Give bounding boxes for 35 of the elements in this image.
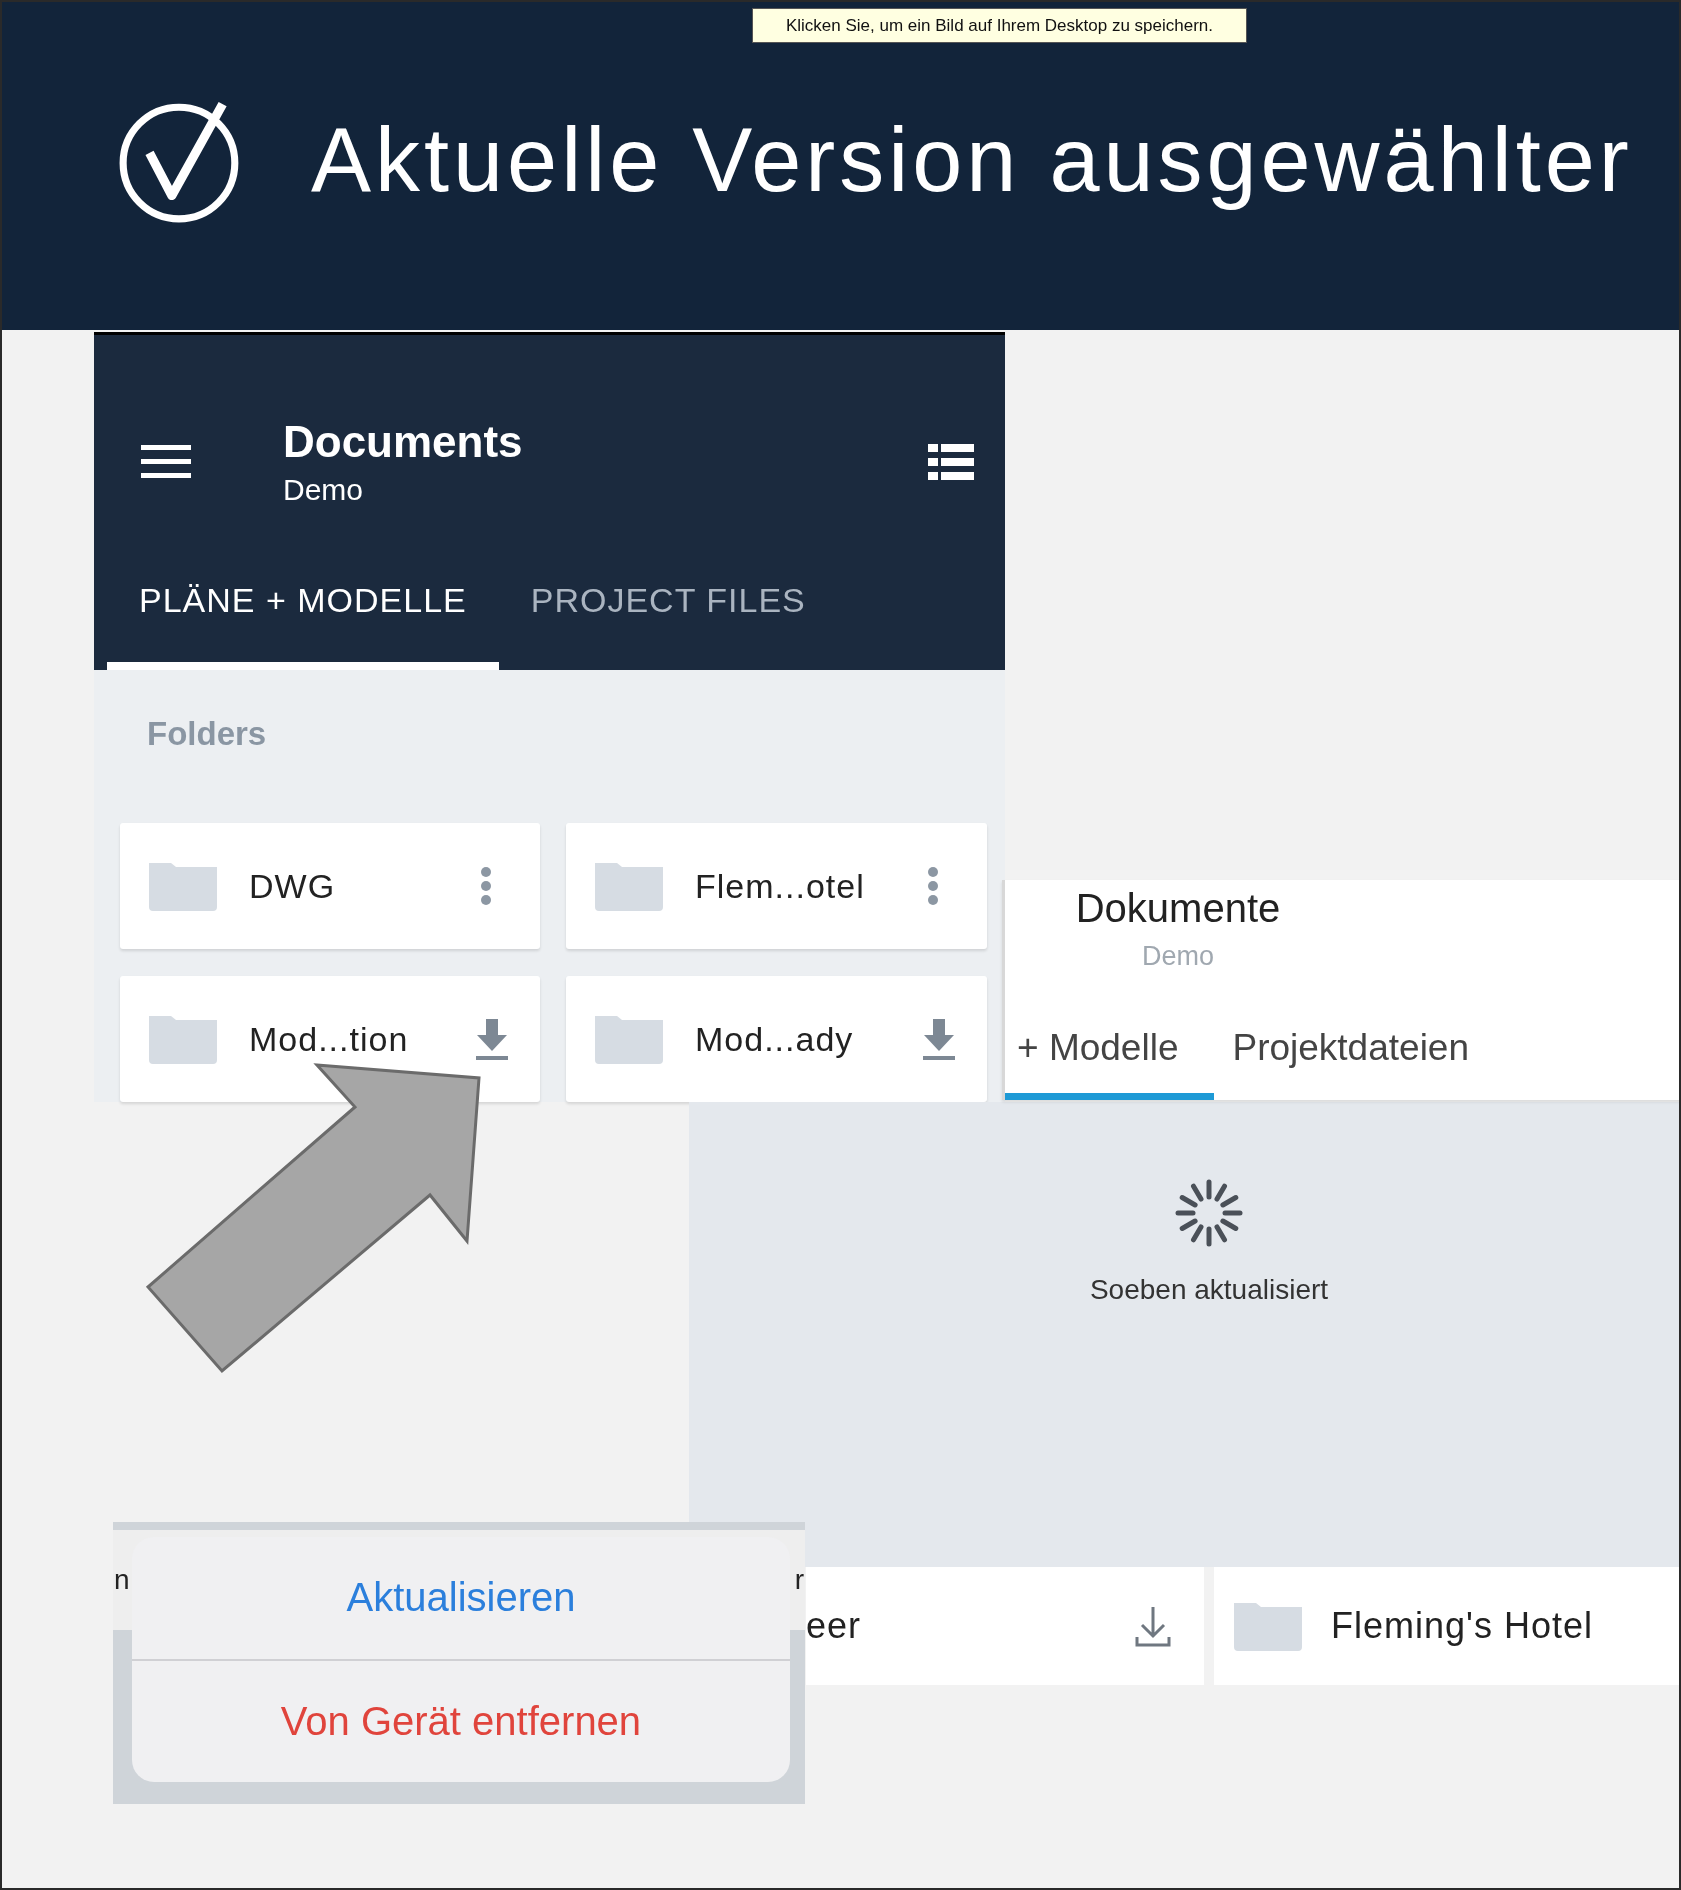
download-icon[interactable] xyxy=(474,1018,510,1060)
menu-item[interactable]: Von Gerät entfernen xyxy=(132,1658,790,1782)
file-card[interactable]: eer xyxy=(806,1567,1204,1685)
tab[interactable]: + Modelle xyxy=(1005,1015,1215,1100)
folder-card[interactable]: Mod...ady xyxy=(566,976,987,1102)
file-name: eer xyxy=(806,1605,863,1647)
section-label: Folders xyxy=(146,714,268,754)
folder-name: DWG xyxy=(248,866,337,906)
menu-item[interactable]: Aktualisieren xyxy=(132,1537,790,1659)
download-icon[interactable] xyxy=(921,1018,957,1060)
screen-subtitle: Demo xyxy=(1142,941,1214,972)
tooltip: Klicken Sie, um ein Bild auf Ihrem Desktop zu speichern. xyxy=(752,8,1247,43)
page-title: Aktuelle Version ausgewählter xyxy=(311,108,1633,212)
more-options-icon[interactable] xyxy=(927,866,939,906)
screen-title: Documents xyxy=(283,417,524,467)
menu-icon[interactable] xyxy=(141,445,191,479)
tab[interactable]: Projektdateien xyxy=(1214,1015,1505,1100)
folder-card[interactable]: Mod...tion xyxy=(120,976,540,1102)
download-icon[interactable] xyxy=(1134,1605,1172,1647)
status-text: Soeben aktualisiert xyxy=(1089,1274,1329,1306)
folder-card[interactable]: DWG xyxy=(120,823,540,949)
more-options-icon[interactable] xyxy=(480,866,492,906)
text-fragment: r xyxy=(793,1564,805,1596)
screen-title: Dokumente xyxy=(1075,886,1281,931)
screen-subtitle: Demo xyxy=(283,473,365,507)
folder-name: Mod...ady xyxy=(694,1019,855,1059)
tab[interactable]: PROJECT FILES xyxy=(498,557,838,670)
file-card[interactable]: Fleming's Hotel xyxy=(1214,1567,1679,1685)
folder-name: Flem...otel xyxy=(694,866,866,906)
folder-name: Mod...tion xyxy=(248,1019,410,1059)
folder-card[interactable]: Flem...otel xyxy=(566,823,987,949)
text-fragment: n xyxy=(113,1564,131,1596)
folder-name: Fleming's Hotel xyxy=(1330,1605,1594,1647)
spinner-icon xyxy=(1174,1178,1244,1248)
list-view-icon[interactable] xyxy=(928,444,974,480)
